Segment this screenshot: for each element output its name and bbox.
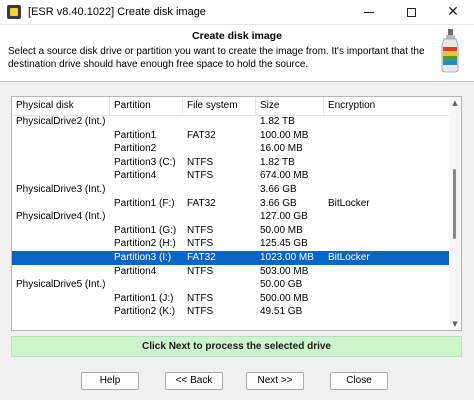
table-row[interactable]: PhysicalDrive3 (Int.) 3.66 GB	[12, 183, 449, 197]
maximize-icon	[406, 7, 416, 17]
cell-size: 674.00 MB	[260, 170, 309, 182]
cell-partition: Partition3 (C:)	[114, 156, 176, 168]
table-row[interactable]: Partition2 (K:) NTFS 49.51 GB	[12, 305, 449, 319]
cell-size: 500.00 MB	[260, 292, 309, 304]
column-physical-disk[interactable]: Physical disk	[12, 97, 110, 115]
cell-size: 3.66 GB	[260, 183, 297, 195]
cell-file-system: NTFS	[187, 238, 214, 250]
cell-size: 1023.00 MB	[260, 251, 314, 263]
table-row[interactable]: PhysicalDrive5 (Int.) 50.00 GB	[12, 278, 449, 292]
page-description: Select a source disk drive or partition …	[8, 46, 425, 70]
cell-size: 50.00 GB	[260, 279, 303, 291]
cell-partition: Partition2 (K:)	[114, 306, 176, 318]
table-row[interactable]: Partition1 FAT32 100.00 MB	[12, 129, 449, 143]
cell-size: 1.82 TB	[260, 156, 295, 168]
cell-encryption: BitLocker	[328, 251, 370, 263]
column-size[interactable]: Size	[256, 97, 324, 115]
table-row[interactable]: Partition1 (G:) NTFS 50.00 MB	[12, 224, 449, 238]
next-button[interactable]: Next >>	[246, 372, 304, 390]
title-bar: [ESR v8.40.1022] Create disk image ✕	[0, 0, 474, 25]
cell-file-system: NTFS	[187, 156, 214, 168]
wizard-header: Create disk image Select a source disk d…	[0, 25, 474, 82]
cell-file-system: FAT32	[187, 251, 216, 263]
minimize-button[interactable]	[348, 0, 390, 24]
cell-file-system: NTFS	[187, 306, 214, 318]
table-row[interactable]: PhysicalDrive4 (Int.) 127.00 GB	[12, 210, 449, 224]
cell-file-system: NTFS	[187, 224, 214, 236]
table-row-selected[interactable]: Partition3 (I:) FAT32 1023.00 MB BitLock…	[12, 250, 449, 265]
vertical-scrollbar[interactable]: ▲ ▼	[449, 97, 461, 330]
table-row[interactable]: Partition3 (C:) NTFS 1.82 TB	[12, 156, 449, 170]
maximize-button[interactable]	[390, 0, 432, 24]
cell-disk: PhysicalDrive3 (Int.)	[16, 183, 106, 195]
close-button[interactable]: Close	[330, 372, 388, 390]
status-message: Click Next to process the selected drive	[11, 336, 462, 357]
cell-partition: Partition2	[114, 143, 157, 155]
cell-size: 503.00 MB	[260, 265, 309, 277]
cell-partition: Partition2 (H:)	[114, 238, 176, 250]
cell-size: 49.51 GB	[260, 306, 303, 318]
scrollbar-thumb[interactable]	[453, 169, 456, 239]
page-title: Create disk image	[192, 30, 282, 42]
cell-partition: Partition1 (F:)	[114, 197, 175, 209]
close-window-button[interactable]: ✕	[432, 0, 474, 24]
table-row[interactable]: Partition1 (J:) NTFS 500.00 MB	[12, 292, 449, 306]
cell-size: 50.00 MB	[260, 224, 303, 236]
cell-partition: Partition1	[114, 129, 157, 141]
list-rows: PhysicalDrive2 (Int.) 1.82 TB Partition1…	[12, 115, 449, 319]
list-header: Physical disk Partition File system Size…	[12, 97, 449, 116]
back-button[interactable]: << Back	[165, 372, 223, 390]
column-encryption[interactable]: Encryption	[324, 97, 449, 115]
cell-partition: Partition4	[114, 265, 157, 277]
cell-size: 1.82 TB	[260, 116, 295, 127]
scroll-up-icon[interactable]: ▲	[449, 97, 461, 109]
paste-bottle-icon	[441, 29, 459, 73]
column-partition[interactable]: Partition	[110, 97, 183, 115]
table-row[interactable]: Partition2 16.00 MB	[12, 142, 449, 156]
app-icon	[7, 5, 21, 19]
cell-disk: PhysicalDrive5 (Int.)	[16, 279, 106, 291]
close-icon: ✕	[447, 4, 459, 20]
cell-file-system: NTFS	[187, 265, 214, 277]
cell-partition: Partition3 (I:)	[114, 251, 172, 263]
cell-size: 16.00 MB	[260, 143, 303, 155]
cell-size: 127.00 GB	[260, 211, 308, 223]
table-row[interactable]: Partition2 (H:) NTFS 125.45 GB	[12, 237, 449, 251]
table-row[interactable]: PhysicalDrive2 (Int.) 1.82 TB	[12, 115, 449, 129]
cell-partition: Partition1 (G:)	[114, 224, 177, 236]
cell-size: 3.66 GB	[260, 197, 297, 209]
table-row[interactable]: Partition1 (F:) FAT32 3.66 GB BitLocker	[12, 197, 449, 211]
cell-size: 125.45 GB	[260, 238, 308, 250]
help-button[interactable]: Help	[81, 372, 139, 390]
cell-disk: PhysicalDrive2 (Int.)	[16, 116, 106, 127]
cell-partition: Partition4	[114, 170, 157, 182]
window-title: [ESR v8.40.1022] Create disk image	[28, 6, 206, 18]
cell-disk: PhysicalDrive4 (Int.)	[16, 211, 106, 223]
cell-partition: Partition1 (J:)	[114, 292, 174, 304]
minimize-icon	[364, 11, 374, 13]
table-row[interactable]: Partition4 NTFS 503.00 MB	[12, 265, 449, 279]
table-row[interactable]: Partition4 NTFS 674.00 MB	[12, 169, 449, 183]
cell-file-system: FAT32	[187, 197, 216, 209]
column-file-system[interactable]: File system	[183, 97, 256, 115]
cell-file-system: FAT32	[187, 129, 216, 141]
cell-encryption: BitLocker	[328, 197, 370, 209]
cell-file-system: NTFS	[187, 170, 214, 182]
drive-list[interactable]: Physical disk Partition File system Size…	[11, 96, 462, 331]
cell-size: 100.00 MB	[260, 129, 309, 141]
cell-file-system: NTFS	[187, 292, 214, 304]
scroll-down-icon[interactable]: ▼	[449, 318, 461, 330]
